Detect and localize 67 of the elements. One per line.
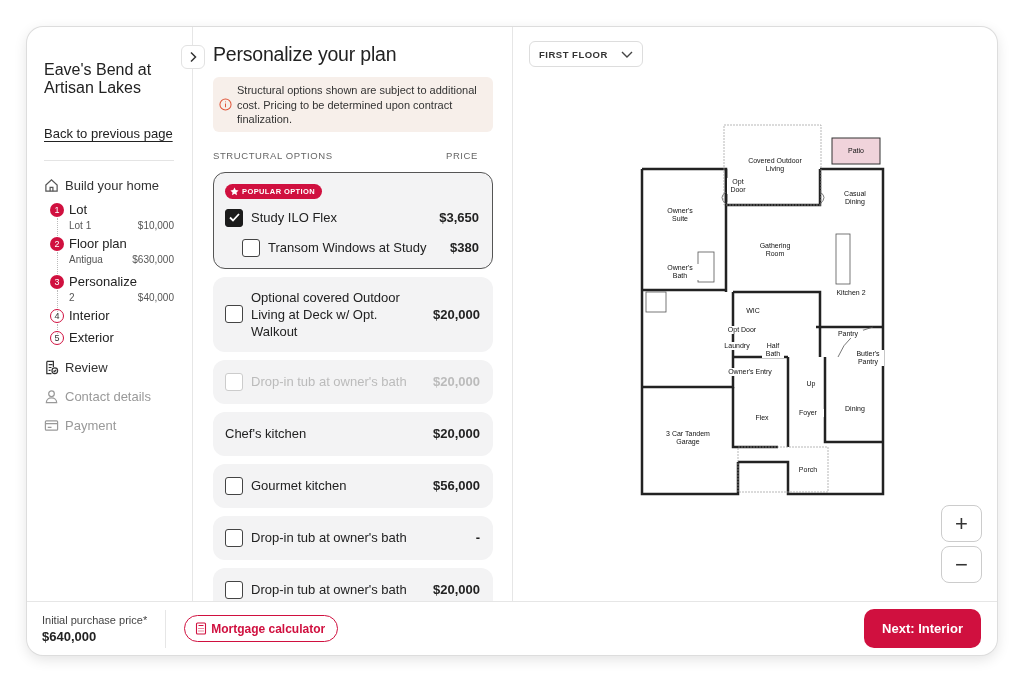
option-price: $20,000	[433, 306, 480, 322]
info-icon	[219, 98, 232, 112]
option-card[interactable]: Drop-in tub at owner's bath $20,000	[213, 567, 493, 601]
expand-button[interactable]	[181, 45, 205, 69]
option-card[interactable]: Chef's kitchen $20,000	[213, 411, 493, 456]
step-link[interactable]: Personalize	[69, 273, 174, 291]
option-price: $20,000	[433, 582, 480, 597]
checkbox[interactable]	[225, 208, 243, 227]
option-price: $380	[450, 240, 479, 255]
option-label: Transom Windows at Study	[268, 239, 427, 256]
next-button[interactable]: Next: Interior	[864, 609, 981, 648]
zoom-out-button[interactable]: −	[941, 546, 982, 583]
step-link[interactable]: Exterior	[69, 329, 174, 347]
option-price: $56,000	[433, 478, 480, 493]
step-number: 3	[50, 275, 64, 289]
option-price: -	[475, 530, 480, 545]
zoom-in-button[interactable]: +	[941, 505, 982, 542]
check-icon	[228, 213, 240, 222]
checkbox[interactable]	[225, 528, 243, 547]
option-price: $20,000	[433, 374, 480, 389]
community-title: Eave's Bend at Artisan Lakes	[44, 61, 153, 97]
option-label: Drop-in tub at owner's bath	[251, 581, 407, 598]
option-price: $3,650	[439, 210, 479, 225]
star-icon	[230, 186, 239, 196]
document-check-icon	[44, 359, 59, 375]
checkbox[interactable]	[225, 305, 243, 323]
checkbox[interactable]	[242, 238, 260, 257]
checkbox[interactable]	[225, 476, 243, 495]
mortgage-calculator-button[interactable]: Mortgage calculator	[184, 615, 339, 642]
floor-dropdown[interactable]: FIRST FLOOR	[529, 41, 643, 67]
nav-heading: Build your home	[65, 177, 159, 193]
step-link[interactable]: Lot	[69, 201, 174, 219]
option-card[interactable]: Gourmet kitchen $56,000	[213, 463, 493, 508]
option-label: Chef's kitchen	[225, 425, 307, 442]
option-card[interactable]: Optional covered Outdoor Living at Deck w/ Opt. Walkout $20,000	[213, 276, 493, 352]
step-detail: Lot 1	[69, 220, 92, 231]
option-label: Gourmet kitchen	[251, 477, 347, 494]
option-price: $20,000	[433, 426, 480, 441]
step-link[interactable]: Interior	[69, 307, 174, 325]
back-link[interactable]: Back to previous page	[44, 126, 173, 141]
page-title: Personalize your plan	[213, 43, 398, 66]
step-link[interactable]: Floor plan	[69, 235, 174, 253]
card-icon	[44, 417, 59, 433]
price-label: Initial purchase price*	[42, 613, 148, 626]
step-price: $40,000	[137, 292, 174, 303]
purchase-price: $640,000	[42, 628, 98, 644]
option-card[interactable]: Drop-in tub at owner's bath -	[213, 515, 493, 560]
step-number: 2	[50, 237, 64, 251]
step-detail: 2	[69, 292, 75, 303]
step-detail: Antigua	[69, 254, 103, 265]
option-label: Drop-in tub at owner's bath	[251, 373, 407, 390]
column-header: STRUCTURAL OPTIONS	[213, 149, 333, 161]
calculator-icon	[195, 622, 208, 635]
chevron-down-icon	[621, 50, 633, 58]
person-icon	[44, 388, 59, 404]
option-label: Study ILO Flex	[251, 209, 337, 226]
notice-text: Structural options shown are subject to additional cost. Pricing to be determined upon contract finalization.	[237, 83, 478, 127]
home-icon	[44, 177, 59, 193]
chevron-icon	[188, 51, 198, 63]
checkbox[interactable]	[225, 580, 243, 599]
option-label: Optional covered Outdoor Living at Deck w/ Opt. Walkout	[251, 288, 401, 340]
step-number: 1	[50, 203, 64, 217]
step-price: $10,000	[137, 220, 174, 231]
option-label: Drop-in tub at owner's bath	[251, 529, 407, 546]
step-price: $630,000	[132, 254, 174, 265]
nav-link[interactable]: Review	[65, 359, 108, 375]
column-header: PRICE	[445, 149, 478, 161]
